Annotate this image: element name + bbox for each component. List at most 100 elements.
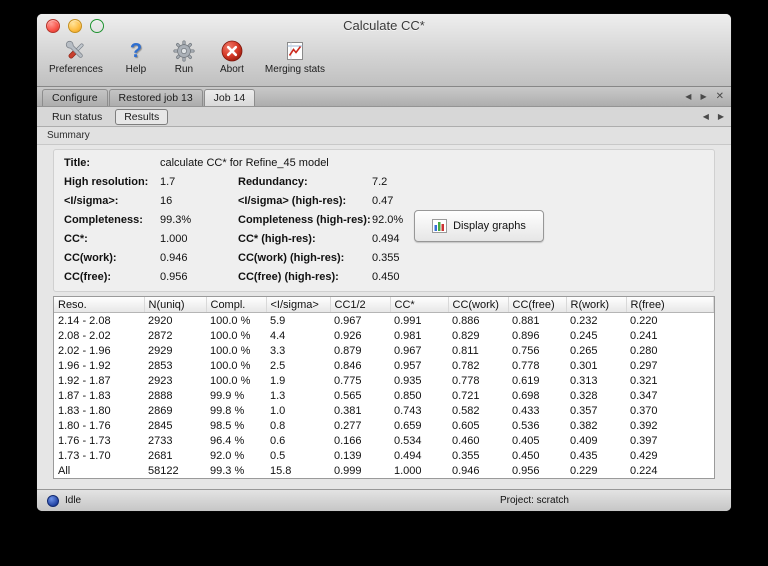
toolbar-label: Abort <box>219 64 244 75</box>
summary-grid: Title: calculate CC* for Refine_45 model… <box>64 156 704 285</box>
table-cell: 4.4 <box>270 329 286 342</box>
table-cell: 1.73 - 1.70 <box>58 449 111 462</box>
merging-stats-button[interactable]: Merging stats <box>265 38 325 75</box>
table-cell: 1.000 <box>394 464 422 477</box>
summary-value: 0.47 <box>372 195 394 207</box>
status-bar: Idle Project: scratch <box>37 489 731 511</box>
table-cell: 0.605 <box>452 419 480 432</box>
table-cell: 0.991 <box>394 314 422 327</box>
results-content: Title: calculate CC* for Refine_45 model… <box>37 145 731 489</box>
table-row[interactable]: 2.02 - 1.96 2929 100.0 % 3.3 0.879 0.967 0.811… <box>54 343 714 358</box>
table-cell: 100.0 % <box>210 359 251 372</box>
toolbar: Preferences ? Help Run Abort Merging sta… <box>37 36 731 86</box>
summary-label: <I/sigma> (high-res): <box>238 195 347 207</box>
summary-value: 1.000 <box>160 233 188 245</box>
table-cell: 0.321 <box>630 374 658 387</box>
tab-scroll-left-icon[interactable]: ◀ <box>685 92 691 101</box>
table-row[interactable]: 1.76 - 1.73 2733 96.4 % 0.6 0.166 0.534 0.460 0… <box>54 433 714 448</box>
column-header-compl[interactable]: Compl. <box>206 297 267 313</box>
table-cell: 0.5 <box>270 449 286 462</box>
results-table-container[interactable]: Reso. N(uniq) Compl. <I/sigma> CC1/2 CC*… <box>53 296 715 479</box>
table-cell: 0.297 <box>630 359 658 372</box>
tab-configure[interactable]: Configure <box>42 89 108 106</box>
titlebar[interactable]: Calculate CC* <box>37 14 731 36</box>
abort-button[interactable]: Abort <box>217 38 247 75</box>
table-cell: 0.967 <box>334 314 362 327</box>
table-cell: 0.232 <box>570 314 598 327</box>
table-cell: 0.582 <box>452 404 480 417</box>
table-cell: 0.721 <box>452 389 480 402</box>
summary-label: CC(free): <box>64 271 112 283</box>
abort-cross-icon <box>219 38 245 64</box>
column-header-ccwork[interactable]: CC(work) <box>448 297 509 313</box>
table-row[interactable]: 2.08 - 2.02 2872 100.0 % 4.4 0.926 0.981 0.829… <box>54 328 714 343</box>
table-cell: 0.313 <box>570 374 598 387</box>
table-cell: 0.241 <box>630 329 658 342</box>
table-cell: 0.405 <box>512 434 540 447</box>
tab-job-14[interactable]: Job 14 <box>203 89 256 106</box>
table-cell: 2853 <box>148 359 173 372</box>
close-window-button[interactable] <box>46 19 60 33</box>
table-cell: 0.382 <box>570 419 598 432</box>
column-header-reso[interactable]: Reso. <box>54 297 145 313</box>
tab-run-status[interactable]: Run status <box>43 109 111 125</box>
table-row[interactable]: 1.83 - 1.80 2869 99.8 % 1.0 0.381 0.743 0.582 0… <box>54 403 714 418</box>
table-cell: 2.02 - 1.96 <box>58 344 111 357</box>
table-cell: 2.14 - 2.08 <box>58 314 111 327</box>
column-header-ccfree[interactable]: CC(free) <box>508 297 567 313</box>
minimize-window-button[interactable] <box>68 19 82 33</box>
tab-scroll-left-icon[interactable]: ◀ <box>703 112 709 121</box>
table-cell: 0.956 <box>512 464 540 477</box>
project-label: Project: scratch <box>500 495 569 506</box>
table-cell: 0.435 <box>570 449 598 462</box>
preferences-button[interactable]: Preferences <box>49 38 103 75</box>
table-cell: 0.409 <box>570 434 598 447</box>
help-button[interactable]: ? Help <box>121 38 151 75</box>
window-header: Calculate CC* Preferences ? Help Run Abo… <box>37 14 731 87</box>
tab-scroll-right-icon[interactable]: ▶ <box>700 92 706 101</box>
summary-value: calculate CC* for Refine_45 model <box>160 157 329 169</box>
run-button[interactable]: Run <box>169 38 199 75</box>
column-header-rfree[interactable]: R(free) <box>626 297 714 313</box>
column-header-i-sigma[interactable]: <I/sigma> <box>266 297 331 313</box>
table-cell: 0.811 <box>452 344 479 357</box>
tab-results[interactable]: Results <box>115 108 169 125</box>
summary-label: CC(work) (high-res): <box>238 252 345 264</box>
table-row[interactable]: 1.73 - 1.70 2681 92.0 % 0.5 0.139 0.494 0.355 0… <box>54 448 714 463</box>
tab-scroll-right-icon[interactable]: ▶ <box>718 112 724 121</box>
column-header-nuniq[interactable]: N(uniq) <box>144 297 207 313</box>
summary-label: High resolution: <box>64 176 149 188</box>
tab-restored-job-13[interactable]: Restored job 13 <box>108 89 203 106</box>
table-row[interactable]: 1.87 - 1.83 2888 99.9 % 1.3 0.565 0.850 0.721 0… <box>54 388 714 403</box>
table-cell: 2920 <box>148 314 173 327</box>
table-cell: 2681 <box>148 449 173 462</box>
job-tab-nav: ◀ ▶ ✕ <box>685 87 724 106</box>
zoom-window-button[interactable] <box>90 19 104 33</box>
column-header-rwork[interactable]: R(work) <box>566 297 627 313</box>
table-cell: 0.8 <box>270 419 286 432</box>
preferences-tools-icon <box>63 38 89 64</box>
table-row[interactable]: 1.80 - 1.76 2845 98.5 % 0.8 0.277 0.659 0.605 0… <box>54 418 714 433</box>
column-header-cc12[interactable]: CC1/2 <box>330 297 391 313</box>
summary-label: CC(work): <box>64 252 117 264</box>
table-row[interactable]: 1.96 - 1.92 2853 100.0 % 2.5 0.846 0.957 0.782… <box>54 358 714 373</box>
table-cell: 0.957 <box>394 359 422 372</box>
table-cell: 0.357 <box>570 404 598 417</box>
table-cell: 0.846 <box>334 359 362 372</box>
summary-value: 1.7 <box>160 176 176 188</box>
table-cell: 5.9 <box>270 314 286 327</box>
table-row[interactable]: 2.14 - 2.08 2920 100.0 % 5.9 0.967 0.991 0.886… <box>54 313 714 329</box>
table-row[interactable]: 1.92 - 1.87 2923 100.0 % 1.9 0.775 0.935 0.778… <box>54 373 714 388</box>
table-row[interactable]: All 58122 99.3 % 15.8 0.999 1.000 0.946 0.956 0.… <box>54 463 714 478</box>
summary-value: 0.355 <box>372 252 400 264</box>
column-header-ccstar[interactable]: CC* <box>390 297 449 313</box>
display-graphs-button[interactable]: Display graphs <box>414 210 544 242</box>
tab-close-icon[interactable]: ✕ <box>716 91 724 102</box>
table-cell: 1.9 <box>270 374 286 387</box>
bar-chart-icon <box>432 219 448 233</box>
table-cell: 0.355 <box>452 449 480 462</box>
summary-value: 16 <box>160 195 173 207</box>
table-cell: 2869 <box>148 404 173 417</box>
table-cell: 1.83 - 1.80 <box>58 404 111 417</box>
table-cell: 0.619 <box>512 374 540 387</box>
